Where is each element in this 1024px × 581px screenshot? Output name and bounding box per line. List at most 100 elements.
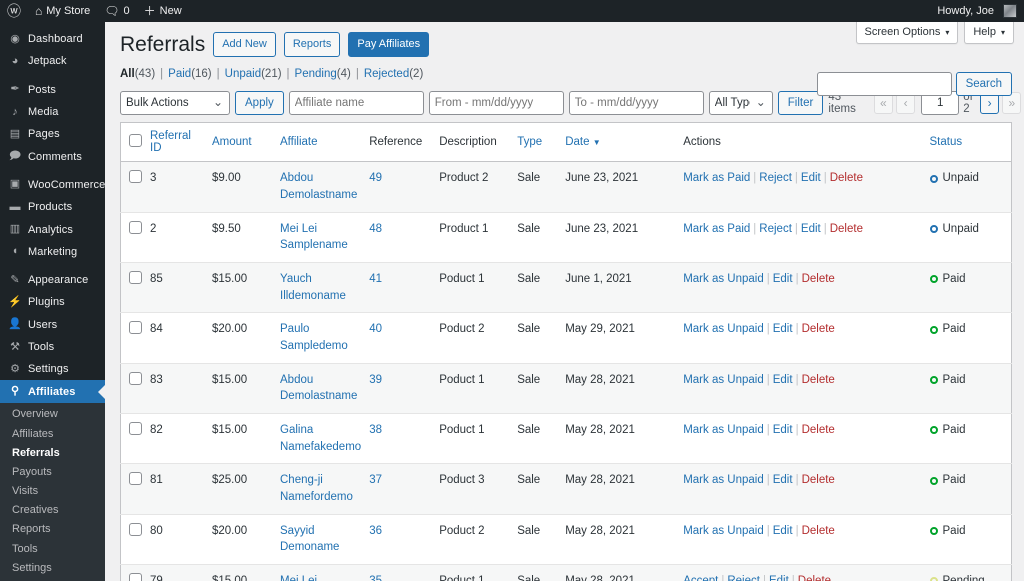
action-delete-link[interactable]: Delete	[802, 525, 835, 537]
sidebar-item-products[interactable]: ▬ Products	[0, 196, 105, 218]
sidebar-item-marketing[interactable]: ◖ Marketing	[0, 241, 105, 263]
sidebar-item-jetpack[interactable]: ◕ Jetpack	[0, 50, 105, 72]
sort-link-date[interactable]: Date	[565, 136, 589, 148]
action-reject-link[interactable]: Reject	[727, 575, 760, 581]
action-delete-link[interactable]: Delete	[830, 223, 863, 235]
row-checkbox[interactable]	[129, 271, 142, 284]
row-checkbox[interactable]	[129, 422, 142, 435]
action-reject-link[interactable]: Reject	[759, 172, 792, 184]
row-select-cell[interactable]	[121, 212, 147, 262]
sidebar-item-dashboard[interactable]: ◉ Dashboard	[0, 28, 105, 50]
action-mark-as-paid-link[interactable]: Mark as Paid	[683, 172, 750, 184]
type-select[interactable]: All Types	[709, 91, 773, 115]
affiliate-link[interactable]: Galina Namefakedemo	[280, 424, 361, 453]
action-delete-link[interactable]: Delete	[802, 374, 835, 386]
row-select-cell[interactable]	[121, 363, 147, 413]
action-mark-as-unpaid-link[interactable]: Mark as Unpaid	[683, 273, 764, 285]
affiliate-link[interactable]: Sayyid Demoname	[280, 525, 339, 554]
row-select-cell[interactable]	[121, 464, 147, 514]
submenu-item-payouts[interactable]: Payouts	[0, 462, 105, 481]
action-mark-as-unpaid-link[interactable]: Mark as Unpaid	[683, 323, 764, 335]
action-edit-link[interactable]: Edit	[801, 223, 821, 235]
column-header-type[interactable]: Type	[513, 123, 561, 162]
submenu-item-tools[interactable]: Tools	[0, 539, 105, 558]
sort-link-amount[interactable]: Amount	[212, 136, 252, 148]
submenu-item-settings[interactable]: Settings	[0, 558, 105, 577]
affiliate-link[interactable]: Abdou Demolastname	[280, 374, 357, 403]
column-header-date[interactable]: Date ▼	[561, 123, 679, 162]
row-checkbox[interactable]	[129, 573, 142, 581]
site-name-menu[interactable]: ⌂ My Store	[28, 0, 97, 22]
action-reject-link[interactable]: Reject	[759, 223, 792, 235]
reference-link[interactable]: 40	[369, 323, 382, 335]
action-edit-link[interactable]: Edit	[773, 474, 793, 486]
column-header-amount[interactable]: Amount	[208, 123, 276, 162]
reports-button[interactable]: Reports	[284, 32, 341, 57]
action-edit-link[interactable]: Edit	[773, 525, 793, 537]
row-select-cell[interactable]	[121, 414, 147, 464]
view-link-paid[interactable]: Paid	[168, 68, 191, 80]
help-button[interactable]: Help ▾	[964, 22, 1014, 44]
action-edit-link[interactable]: Edit	[773, 424, 793, 436]
view-link-all[interactable]: All	[120, 68, 135, 80]
row-checkbox[interactable]	[129, 170, 142, 183]
sidebar-item-comments[interactable]: 🗩 Comments	[0, 145, 105, 167]
action-delete-link[interactable]: Delete	[798, 575, 831, 581]
bulk-actions-select[interactable]: Bulk Actions	[120, 91, 230, 115]
submenu-item-reports[interactable]: Reports	[0, 520, 105, 539]
row-select-cell[interactable]	[121, 514, 147, 564]
sidebar-item-users[interactable]: 👤 Users	[0, 314, 105, 336]
submenu-item-overview[interactable]: Overview	[0, 405, 105, 424]
reference-link[interactable]: 36	[369, 525, 382, 537]
affiliate-link[interactable]: Mei Lei Samplename	[280, 575, 348, 581]
view-link-pending[interactable]: Pending	[295, 68, 337, 80]
affiliate-name-input[interactable]	[289, 91, 424, 115]
sidebar-item-pages[interactable]: ▤ Pages	[0, 123, 105, 145]
column-header-affiliate[interactable]: Affiliate	[276, 123, 365, 162]
action-delete-link[interactable]: Delete	[802, 273, 835, 285]
sidebar-item-settings[interactable]: ⚙ Settings	[0, 358, 105, 380]
row-select-cell[interactable]	[121, 262, 147, 312]
reference-link[interactable]: 39	[369, 374, 382, 386]
add-new-button[interactable]: Add New	[213, 32, 276, 57]
action-edit-link[interactable]: Edit	[769, 575, 789, 581]
row-select-cell[interactable]	[121, 162, 147, 212]
reference-link[interactable]: 37	[369, 474, 382, 486]
sidebar-item-appearance[interactable]: ✎ Appearance	[0, 269, 105, 291]
action-mark-as-unpaid-link[interactable]: Mark as Unpaid	[683, 424, 764, 436]
search-button[interactable]: Search	[956, 72, 1012, 96]
sidebar-item-tools[interactable]: ⚒ Tools	[0, 336, 105, 358]
reference-link[interactable]: 49	[369, 172, 382, 184]
affiliate-link[interactable]: Cheng-ji Namefordemo	[280, 474, 353, 503]
view-link-unpaid[interactable]: Unpaid	[225, 68, 261, 80]
date-to-input[interactable]	[569, 91, 704, 115]
row-select-cell[interactable]	[121, 565, 147, 581]
sort-link-referral-id[interactable]: Referral ID	[150, 130, 191, 154]
pay-affiliates-button[interactable]: Pay Affiliates	[348, 32, 429, 57]
action-mark-as-unpaid-link[interactable]: Mark as Unpaid	[683, 525, 764, 537]
sort-link-type[interactable]: Type	[517, 136, 542, 148]
action-delete-link[interactable]: Delete	[802, 424, 835, 436]
action-edit-link[interactable]: Edit	[773, 374, 793, 386]
select-all-header[interactable]	[121, 123, 147, 162]
affiliate-link[interactable]: Mei Lei Samplename	[280, 223, 348, 252]
affiliate-link[interactable]: Yauch Illdemoname	[280, 273, 346, 302]
action-delete-link[interactable]: Delete	[802, 323, 835, 335]
select-all-checkbox[interactable]	[129, 134, 142, 147]
date-from-input[interactable]	[429, 91, 564, 115]
wp-logo-menu[interactable]: ⓦ	[0, 0, 28, 22]
row-checkbox[interactable]	[129, 372, 142, 385]
reference-link[interactable]: 41	[369, 273, 382, 285]
reference-link[interactable]: 38	[369, 424, 382, 436]
affiliate-link[interactable]: Paulo Sampledemo	[280, 323, 348, 352]
column-header-status[interactable]: Status	[926, 123, 1012, 162]
action-mark-as-paid-link[interactable]: Mark as Paid	[683, 223, 750, 235]
reference-link[interactable]: 35	[369, 575, 382, 581]
row-checkbox[interactable]	[129, 523, 142, 536]
action-mark-as-unpaid-link[interactable]: Mark as Unpaid	[683, 474, 764, 486]
my-account-menu[interactable]: Howdy, Joe	[930, 0, 1024, 22]
sidebar-item-plugins[interactable]: ⚡ Plugins	[0, 291, 105, 313]
comments-menu[interactable]: 🗨 0	[97, 0, 136, 22]
new-content-menu[interactable]: ＋ New	[137, 0, 189, 22]
sidebar-item-affiliates[interactable]: ⚲ Affiliates	[0, 380, 105, 402]
